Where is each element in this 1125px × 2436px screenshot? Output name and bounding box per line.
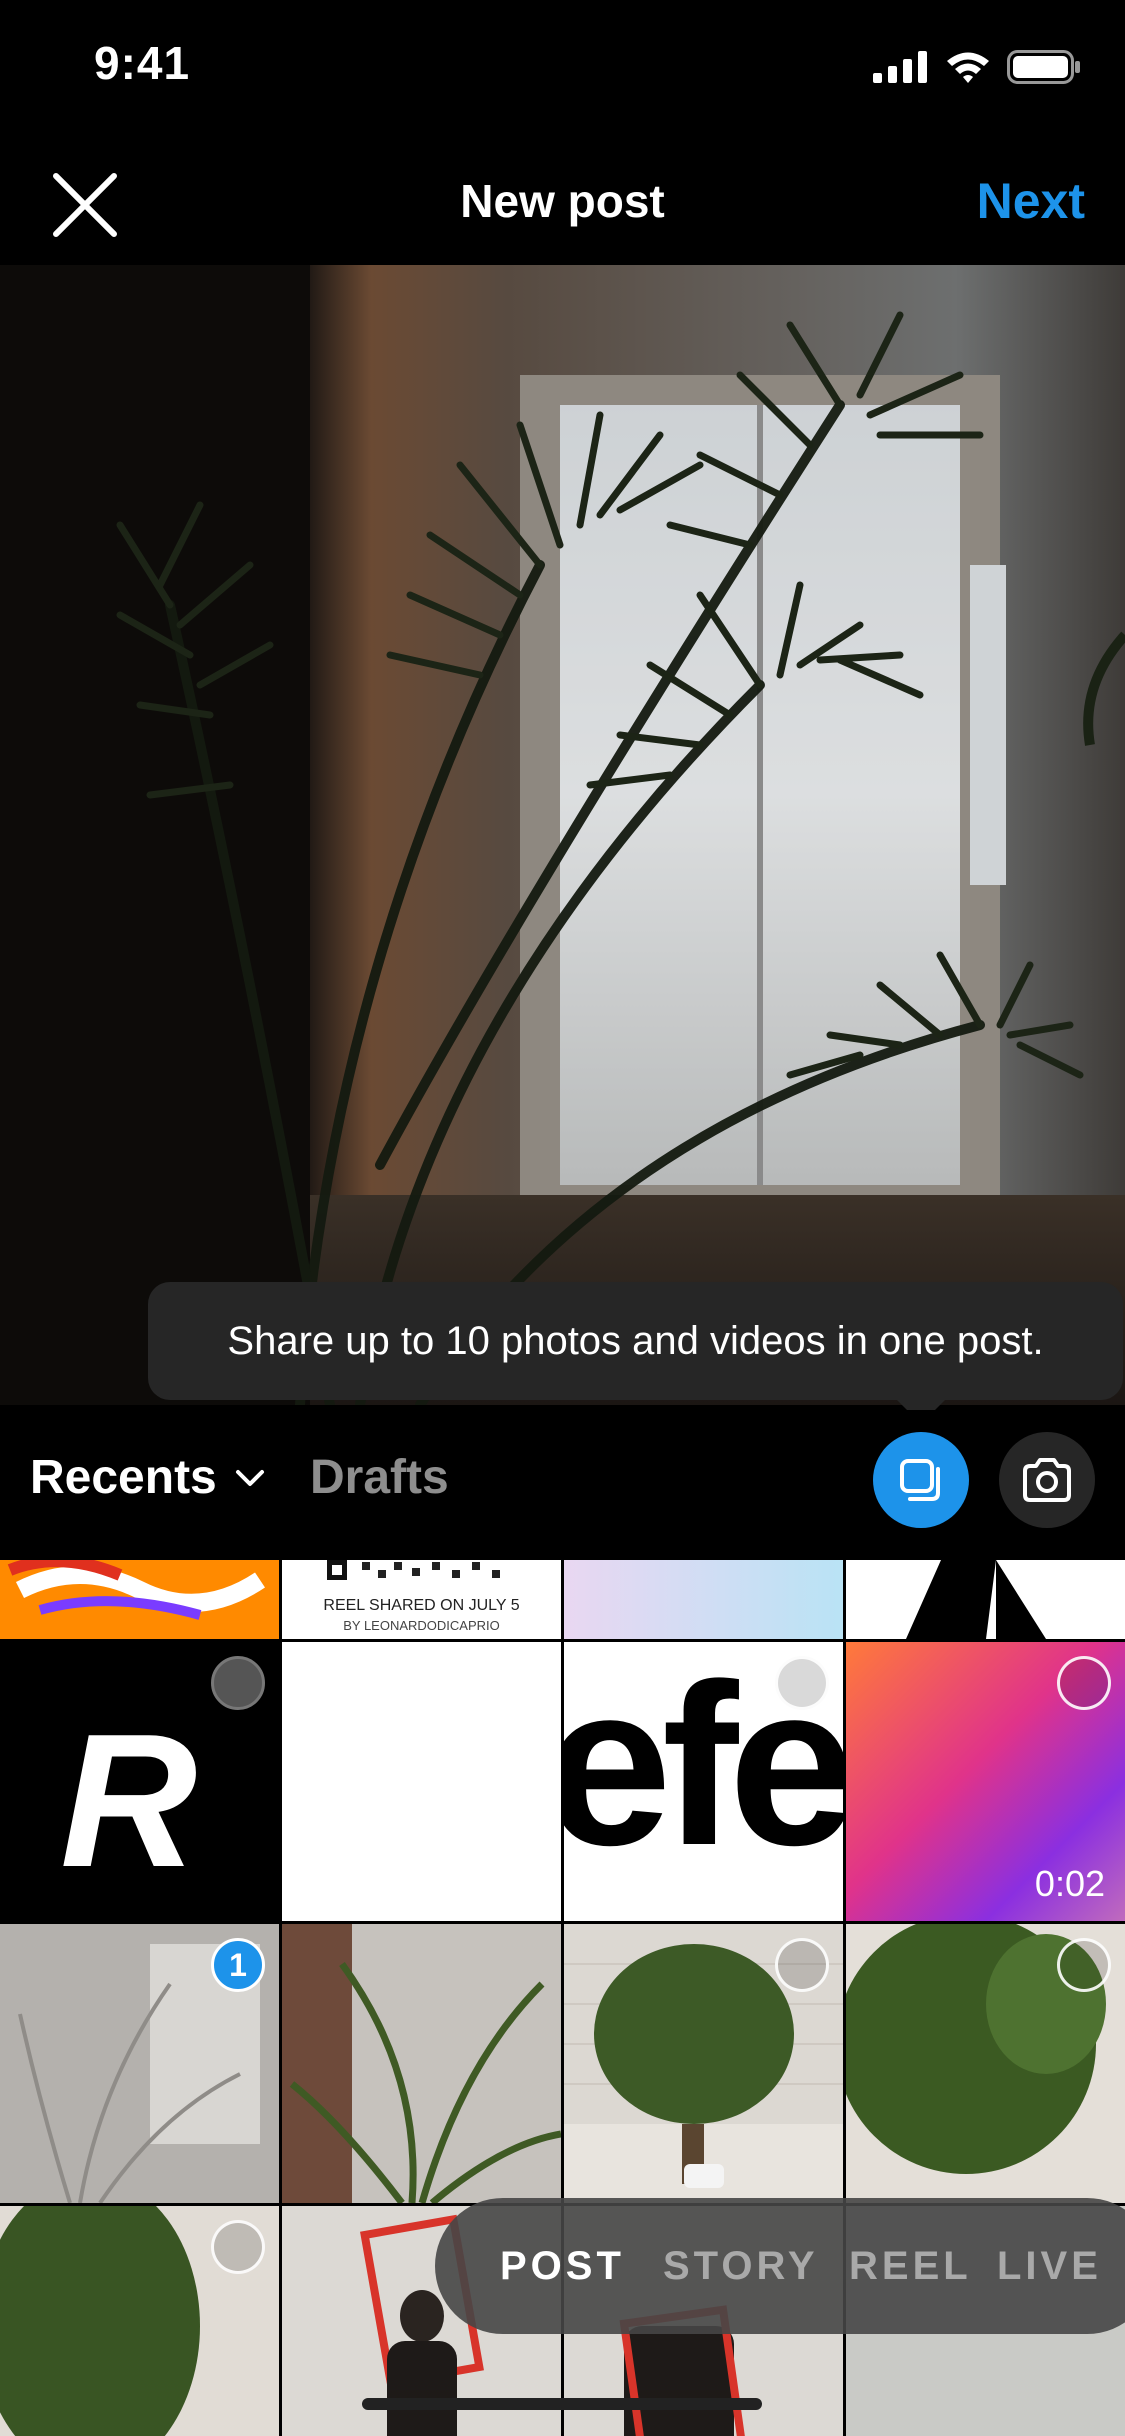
battery-icon bbox=[1007, 50, 1080, 84]
select-circle[interactable] bbox=[211, 2220, 265, 2274]
media-tile[interactable]: R bbox=[0, 1642, 279, 1921]
gallery-selector-bar: Recents Drafts bbox=[0, 1410, 1125, 1560]
select-multiple-button[interactable] bbox=[873, 1432, 969, 1528]
multi-select-tooltip: Share up to 10 photos and videos in one … bbox=[148, 1282, 1123, 1400]
tooltip-text: Share up to 10 photos and videos in one … bbox=[227, 1318, 1044, 1363]
home-indicator[interactable] bbox=[362, 2398, 762, 2410]
chevron-down-icon bbox=[235, 1469, 264, 1486]
select-circle[interactable] bbox=[1057, 1938, 1111, 1992]
select-circle[interactable] bbox=[1057, 1656, 1111, 1710]
video-duration: 0:02 bbox=[1034, 1863, 1105, 1904]
media-tile[interactable] bbox=[282, 1642, 561, 1921]
camera-button[interactable] bbox=[999, 1432, 1095, 1528]
media-tile[interactable] bbox=[564, 1560, 843, 1639]
media-tile[interactable]: efe bbox=[564, 1642, 843, 1921]
camera-mode-selector: POST STORY REEL LIVE bbox=[435, 2198, 1125, 2334]
selection-number-badge[interactable]: 1 bbox=[211, 1938, 265, 1992]
selected-media-preview[interactable] bbox=[0, 265, 1125, 1405]
status-icons bbox=[873, 50, 1081, 84]
top-navigation-bar: New post Next bbox=[0, 140, 1125, 265]
status-bar: 9:41 bbox=[0, 0, 1125, 140]
drafts-tab[interactable]: Drafts bbox=[310, 1450, 449, 1505]
media-tile[interactable] bbox=[0, 1560, 279, 1639]
album-dropdown[interactable]: Recents bbox=[30, 1450, 265, 1505]
media-tile-selected[interactable]: 1 bbox=[0, 1924, 279, 2203]
mode-live[interactable]: LIVE bbox=[997, 2244, 1102, 2289]
mode-story[interactable]: STORY bbox=[663, 2244, 819, 2289]
media-tile[interactable] bbox=[846, 1560, 1125, 1639]
cellular-signal-icon bbox=[873, 51, 927, 83]
select-circle[interactable] bbox=[775, 1938, 829, 1992]
tile-thumbnail bbox=[0, 1560, 279, 1639]
reel-caption: REEL SHARED ON JULY 5 bbox=[323, 1597, 520, 1614]
mode-post[interactable]: POST bbox=[500, 2244, 625, 2289]
multiple-select-icon bbox=[900, 1459, 940, 1501]
media-tile[interactable] bbox=[282, 1924, 561, 2203]
camera-icon bbox=[1023, 1458, 1071, 1502]
select-circle[interactable] bbox=[211, 1656, 265, 1710]
status-time: 9:41 bbox=[94, 37, 191, 89]
media-tile[interactable]: 0:02 bbox=[846, 1642, 1125, 1921]
media-tile[interactable] bbox=[0, 2206, 279, 2436]
album-label: Recents bbox=[30, 1451, 217, 1504]
page-title: New post bbox=[460, 175, 665, 227]
mode-reel[interactable]: REEL bbox=[849, 2244, 972, 2289]
reel-byline: BY LEONARDODICAPRIO bbox=[343, 1618, 500, 1633]
preview-photo bbox=[0, 265, 1125, 1405]
media-tile[interactable] bbox=[564, 1924, 843, 2203]
next-button[interactable]: Next bbox=[977, 172, 1085, 230]
tile-thumbnail bbox=[906, 1560, 1046, 1639]
select-circle[interactable] bbox=[775, 1656, 829, 1710]
tile-letter: R bbox=[60, 1695, 198, 1907]
media-tile[interactable] bbox=[846, 1924, 1125, 2203]
wifi-icon bbox=[947, 52, 989, 83]
tile-thumbnail bbox=[282, 1924, 561, 2203]
media-tile[interactable]: REEL SHARED ON JULY 5 BY LEONARDODICAPRI… bbox=[282, 1560, 561, 1639]
